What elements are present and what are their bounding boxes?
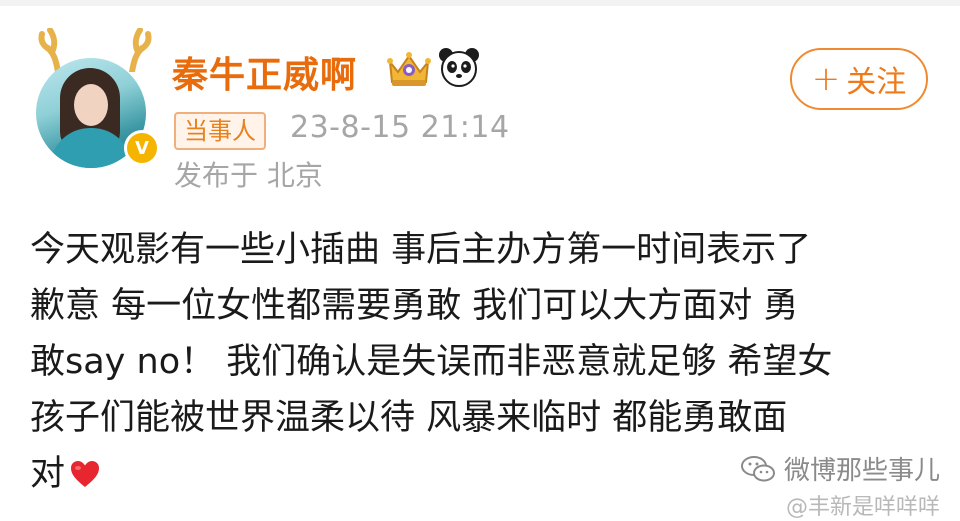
watermark: 微博那些事儿 @丰新是咩咩咩: [740, 450, 940, 521]
post-line: 敢say no！ 我们确认是失误而非恶意就足够 希望女: [30, 342, 833, 382]
heart-icon: [71, 461, 100, 487]
crown-icon[interactable]: [386, 48, 432, 88]
post-location: 发布于 北京: [174, 159, 323, 192]
plus-icon: +: [811, 59, 841, 99]
post-line-text: 对: [30, 454, 66, 494]
role-badge: 当事人: [174, 112, 266, 150]
watermark-handle: @丰新是咩咩咩: [785, 495, 940, 520]
panda-icon[interactable]: [438, 46, 480, 88]
post-line: 孩子们能被世界温柔以待 风暴来临时 都能勇敢面: [30, 398, 788, 438]
username[interactable]: 秦牛正威啊: [172, 46, 357, 98]
post-line: 今天观影有一些小插曲 事后主办方第一时间表示了: [30, 230, 812, 270]
post-timestamp: 23-8-15 21:14: [290, 110, 510, 145]
follow-label: 关注: [846, 65, 907, 100]
follow-button[interactable]: + 关注: [790, 48, 928, 110]
watermark-title: 微博那些事儿: [783, 456, 940, 486]
post-line: 歉意 每一位女性都需要勇敢 我们可以大方面对 勇: [30, 286, 799, 326]
wechat-icon: [740, 455, 775, 481]
avatar-container[interactable]: V: [28, 28, 160, 168]
top-strip: [0, 0, 960, 6]
verified-badge-icon: V: [124, 130, 160, 166]
